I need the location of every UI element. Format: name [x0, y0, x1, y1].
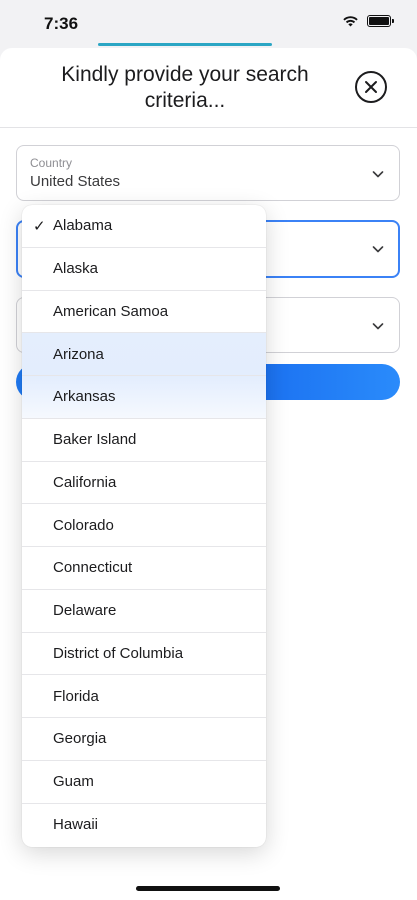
option-label: Hawaii: [53, 816, 99, 834]
dropdown-option-arkansas[interactable]: Arkansas: [22, 376, 266, 419]
dropdown-option-hawaii[interactable]: Hawaii: [22, 804, 266, 847]
country-select[interactable]: Country United States: [16, 145, 400, 201]
checkmark-icon: ✓: [33, 218, 46, 235]
option-label: Arizona: [53, 345, 104, 363]
option-label: Florida: [53, 687, 99, 705]
status-icons: [342, 15, 394, 27]
option-label: American Samoa: [53, 302, 169, 320]
chevron-down-icon: [372, 246, 384, 253]
sheet-header: Kindly provide your search criteria...: [0, 48, 417, 128]
wifi-icon: [343, 16, 358, 27]
dropdown-option-california[interactable]: California: [22, 462, 266, 505]
status-bar: 7:36: [0, 0, 417, 46]
battery-icon: [367, 15, 394, 27]
option-label: California: [53, 473, 117, 491]
option-label: Baker Island: [53, 431, 137, 449]
option-label: Colorado: [53, 516, 114, 534]
chevron-down-icon: [372, 323, 384, 330]
sheet-handle[interactable]: [98, 43, 272, 46]
dropdown-option-american-samoa[interactable]: American Samoa: [22, 291, 266, 334]
dropdown-option-florida[interactable]: Florida: [22, 675, 266, 718]
country-label: Country: [30, 156, 73, 170]
option-label: Connecticut: [53, 559, 133, 577]
dropdown-option-colorado[interactable]: Colorado: [22, 504, 266, 547]
option-label: Alabama: [53, 217, 113, 235]
close-button[interactable]: [355, 71, 387, 103]
dropdown-option-alabama[interactable]: ✓ Alabama: [22, 205, 266, 248]
close-icon: [365, 81, 377, 93]
sheet-title: Kindly provide your search criteria...: [61, 63, 309, 112]
dropdown-option-georgia[interactable]: Georgia: [22, 718, 266, 761]
dropdown-option-district-of-columbia[interactable]: District of Columbia: [22, 633, 266, 676]
dropdown-option-connecticut[interactable]: Connecticut: [22, 547, 266, 590]
dropdown-option-arizona[interactable]: Arizona: [22, 333, 266, 376]
dropdown-option-delaware[interactable]: Delaware: [22, 590, 266, 633]
state-dropdown-menu: ✓ Alabama Alaska American Samoa Arizona …: [22, 205, 266, 847]
option-label: Georgia: [53, 730, 107, 748]
dropdown-option-alaska[interactable]: Alaska: [22, 248, 266, 291]
option-label: Alaska: [53, 260, 99, 278]
dropdown-option-guam[interactable]: Guam: [22, 761, 266, 804]
status-time: 7:36: [44, 14, 79, 33]
option-label: Arkansas: [53, 388, 116, 406]
dropdown-option-baker-island[interactable]: Baker Island: [22, 419, 266, 462]
option-label: Guam: [53, 773, 94, 791]
home-indicator: [136, 886, 280, 891]
option-label: District of Columbia: [53, 644, 184, 662]
country-value: United States: [30, 173, 121, 190]
chevron-down-icon: [372, 171, 384, 178]
option-label: Delaware: [53, 602, 117, 620]
